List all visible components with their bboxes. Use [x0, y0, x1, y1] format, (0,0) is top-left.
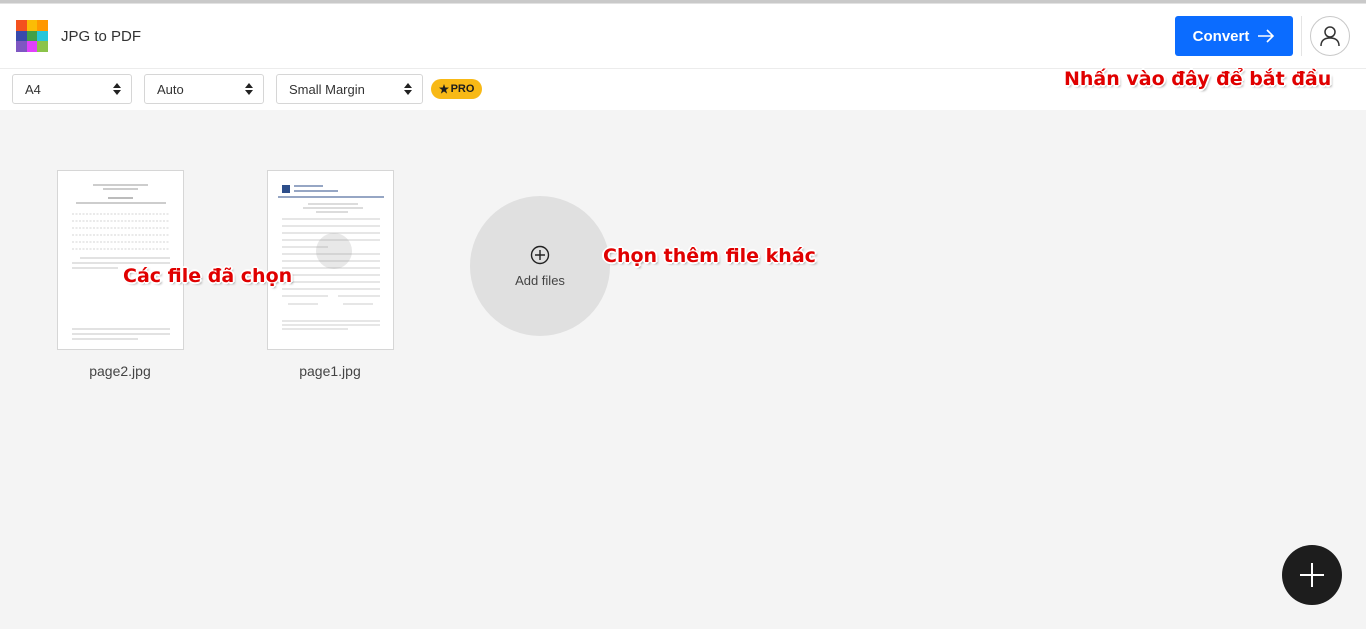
document-preview-image	[278, 185, 384, 330]
file-thumbnail-page1[interactable]	[267, 170, 394, 350]
plus-circle-icon	[530, 245, 550, 264]
annotation-selected-files: Các file đã chọn	[123, 265, 293, 287]
margin-select[interactable]: Small Margin	[276, 74, 423, 104]
plus-icon	[1300, 563, 1324, 587]
convert-button-label: Convert	[1192, 27, 1250, 45]
orientation-value: Auto	[157, 81, 184, 97]
document-preview-image	[72, 184, 170, 340]
arrow-right-icon	[1258, 29, 1275, 43]
convert-button[interactable]: Convert	[1175, 16, 1293, 56]
user-icon	[1320, 26, 1340, 47]
margin-value: Small Margin	[289, 81, 365, 97]
annotation-start-here: Nhấn vào đây để bắt đầu	[1064, 68, 1332, 90]
star-icon	[438, 84, 449, 94]
page-size-select[interactable]: A4	[12, 74, 132, 104]
app-header: JPG to PDF Convert	[0, 4, 1366, 69]
app-logo-icon	[16, 20, 48, 52]
add-files-label: Add files	[515, 272, 565, 288]
sort-arrows-icon	[113, 83, 121, 95]
floating-add-button[interactable]	[1282, 545, 1342, 605]
sort-arrows-icon	[245, 83, 253, 95]
sort-arrows-icon	[404, 83, 412, 95]
pro-badge[interactable]: PRO	[431, 79, 482, 99]
page-size-value: A4	[25, 81, 41, 97]
pro-label: PRO	[450, 83, 475, 95]
annotation-choose-more: Chọn thêm file khác	[603, 245, 816, 267]
file-name-page2: page2.jpg	[89, 363, 151, 379]
app-title: JPG to PDF	[61, 28, 142, 45]
header-divider	[1301, 16, 1302, 56]
account-button[interactable]	[1310, 16, 1350, 56]
file-name-page1: page1.jpg	[299, 363, 361, 379]
file-thumbnail-page2[interactable]	[57, 170, 184, 350]
orientation-select[interactable]: Auto	[144, 74, 264, 104]
add-files-button[interactable]: Add files	[470, 196, 610, 336]
